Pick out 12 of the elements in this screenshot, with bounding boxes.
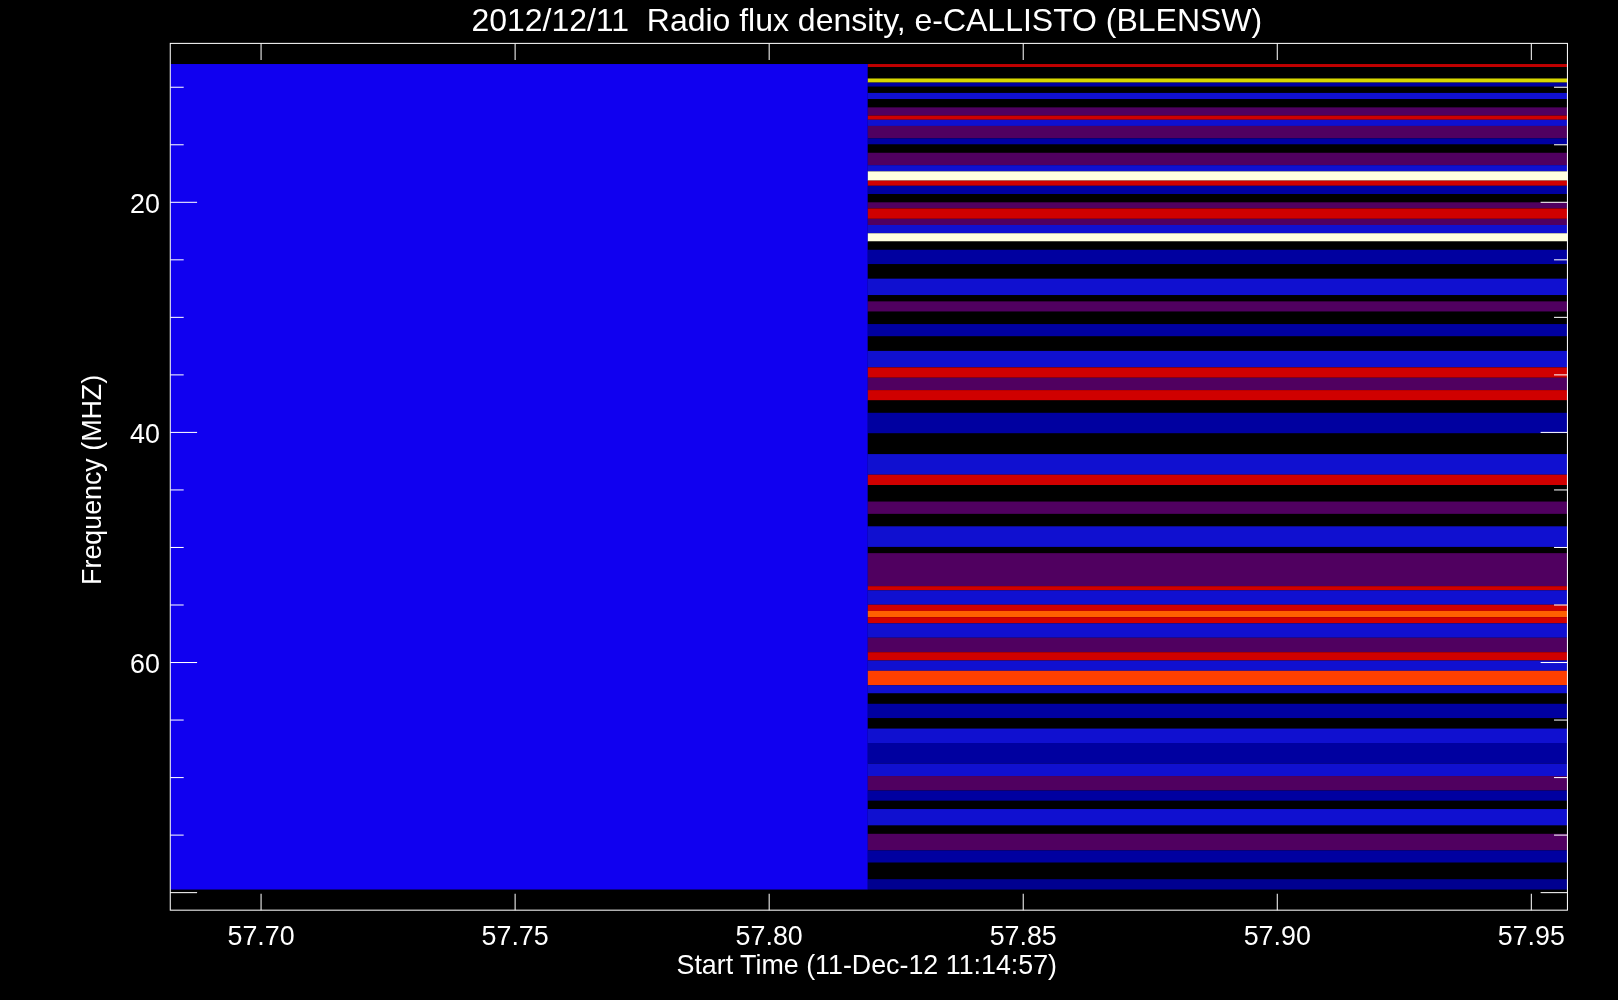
chart-title: 2012/12/11 Radio flux density, e-CALLISTO (BLENSW) xyxy=(471,2,1263,38)
tick-label: 57.85 xyxy=(989,921,1057,952)
tick-label: 57.95 xyxy=(1497,921,1565,952)
tick-label: 57.80 xyxy=(735,921,803,952)
tick-label: 40 xyxy=(130,418,160,449)
tick-label: 20 xyxy=(130,188,160,219)
tick-label: 57.70 xyxy=(227,921,295,952)
axis-label: Start Time (11-Dec-12 11:14:57) xyxy=(676,950,1058,981)
tick-label: 57.90 xyxy=(1243,921,1311,952)
axis-label: Frequency (MHZ) xyxy=(77,374,108,585)
tick-label: 57.75 xyxy=(481,921,549,952)
tick-label: 60 xyxy=(130,648,160,679)
